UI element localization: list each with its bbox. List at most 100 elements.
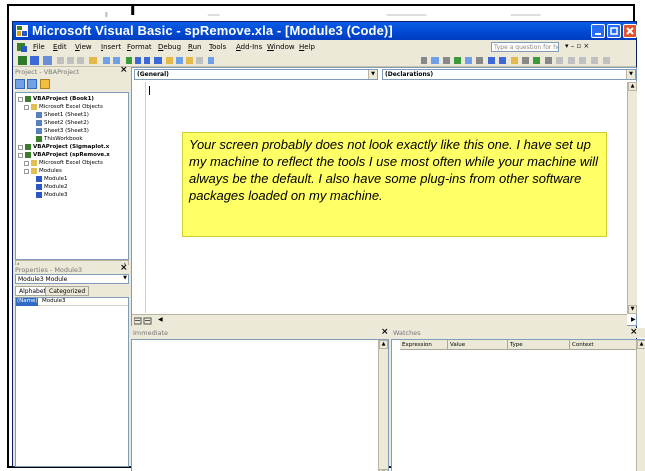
restore-icon [610, 27, 618, 35]
sheet-icon [36, 128, 42, 134]
project-toolbar [15, 79, 129, 91]
close-button[interactable] [623, 24, 637, 38]
menu-help[interactable]: Help [299, 43, 315, 51]
immediate-close-icon[interactable]: × [381, 327, 389, 337]
code-vscroll[interactable]: ▲ ▼ [627, 82, 637, 314]
text-caret [149, 86, 150, 95]
watches-vscroll[interactable]: ▲ ▼ [636, 340, 645, 471]
project-pane-header: Project - VBAProject [13, 67, 131, 77]
properties-object-label: Module3 Module [18, 276, 68, 283]
tree-item[interactable]: VBAProject (spRemove.x [18, 151, 110, 159]
scroll-up-icon[interactable]: ▲ [637, 340, 645, 349]
column-expression[interactable]: Expression [400, 340, 448, 350]
tree-item[interactable]: VBAProject (Book1) [18, 95, 94, 103]
project-close-icon[interactable]: × [120, 65, 128, 75]
procedure-combo[interactable]: (Declarations) ▼ [382, 69, 636, 80]
folder-icon [31, 160, 37, 166]
watches-column-headers: Expression Value Type Context [400, 340, 638, 350]
sheet-icon [36, 112, 42, 118]
scroll-down-icon[interactable]: ▼ [628, 305, 637, 314]
module-icon [36, 192, 42, 198]
properties-object-select[interactable]: Module3 Module ▼ [15, 274, 129, 284]
module-icon [36, 184, 42, 190]
property-row[interactable]: (Name) Module3 [16, 298, 128, 306]
menu-view[interactable]: View [75, 43, 92, 51]
chevron-down-icon: ▼ [368, 70, 377, 79]
help-search-input[interactable]: Type a question for help [491, 42, 559, 52]
workbook-icon [36, 136, 42, 142]
project-icon [25, 96, 31, 102]
maximize-button[interactable] [607, 24, 621, 38]
tree-item[interactable]: Modules [24, 167, 62, 175]
project-tree: VBAProject (Book1) Microsoft Excel Objec… [15, 92, 129, 260]
menu-insert[interactable]: Insert [101, 43, 121, 51]
property-key: (Name) [16, 298, 38, 306]
minimize-button[interactable] [591, 24, 605, 38]
column-value[interactable]: Value [448, 340, 508, 350]
code-margin [132, 82, 146, 313]
tree-item[interactable]: Microsoft Excel Objects [24, 103, 103, 111]
window-title: Microsoft Visual Basic - spRemove.xla - … [32, 23, 393, 38]
folder-icon [31, 104, 37, 110]
minimize-icon [595, 33, 601, 35]
watches-pane-header: Watches [391, 328, 645, 338]
object-combo[interactable]: (General) ▼ [134, 69, 378, 80]
standard-toolbar [13, 54, 636, 67]
vba-app-icon [16, 25, 28, 37]
chevron-down-icon: ▼ [626, 70, 635, 79]
immediate-pane-header: Immediate [131, 328, 389, 338]
toggle-folders-button[interactable] [40, 79, 50, 89]
view-code-button[interactable] [15, 79, 25, 89]
tree-item[interactable]: Module3 [36, 191, 68, 199]
module-icon [36, 176, 42, 182]
view-object-button[interactable] [27, 79, 37, 89]
properties-grid: (Name) Module3 [15, 297, 129, 467]
scroll-left-icon[interactable]: ◀ [158, 316, 163, 323]
tree-item[interactable]: VBAProject (Sigmaplot.x [18, 143, 109, 151]
tree-item[interactable]: Sheet2 (Sheet2) [36, 119, 89, 127]
property-value[interactable]: Module3 [42, 298, 66, 304]
menu-run[interactable]: Run [188, 43, 201, 51]
scroll-up-icon[interactable]: ▲ [628, 82, 637, 91]
immediate-window[interactable]: ▲ ▼ [131, 339, 389, 471]
tree-item[interactable]: ThisWorkbook [36, 135, 83, 143]
menu-format[interactable]: Format [127, 43, 152, 51]
folder-icon [31, 168, 37, 174]
project-icon [25, 152, 31, 158]
menu-window[interactable]: Window [267, 43, 295, 51]
chevron-down-icon: ▼ [123, 275, 127, 281]
menu-add-ins[interactable]: Add-Ins [236, 43, 262, 51]
scroll-up-icon[interactable]: ▲ [379, 340, 388, 349]
object-combo-value: (General) [137, 71, 169, 78]
tab-categorized[interactable]: Categorized [45, 286, 90, 296]
column-type[interactable]: Type [508, 340, 570, 350]
code-hscroll[interactable]: ◀ ▶ [132, 314, 636, 326]
view-toggle-icons[interactable] [134, 317, 154, 325]
tree-item[interactable]: Module2 [36, 183, 68, 191]
mdi-controls[interactable]: ▾ – ▫ × [565, 42, 589, 50]
tree-item[interactable]: Sheet1 (Sheet1) [36, 111, 89, 119]
tree-item[interactable]: Sheet3 (Sheet3) [36, 127, 89, 135]
watches-close-icon[interactable]: × [630, 327, 638, 337]
menu-file[interactable]: File [33, 43, 45, 51]
menu-tools[interactable]: Tools [209, 43, 226, 51]
annotation-callout: Your screen probably does not look exact… [182, 132, 607, 237]
menu-bar: File Edit View Insert Format Debug Run T… [13, 40, 636, 54]
immediate-vscroll[interactable]: ▲ ▼ [378, 340, 388, 471]
sheet-icon [36, 120, 42, 126]
scroll-right-icon[interactable]: ▶ [631, 316, 636, 323]
title-bar[interactable]: Microsoft Visual Basic - spRemove.xla - … [13, 22, 637, 40]
watches-window: Expression Value Type Context ▲ ▼ [391, 339, 645, 471]
close-icon [626, 27, 634, 35]
project-icon [25, 144, 31, 150]
toolbar-icons [18, 56, 610, 65]
tree-item[interactable]: Module1 [36, 175, 68, 183]
properties-close-icon[interactable]: × [120, 263, 128, 273]
menu-debug[interactable]: Debug [158, 43, 181, 51]
menu-edit[interactable]: Edit [53, 43, 67, 51]
vba-doc-icon [17, 43, 27, 52]
procedure-combo-value: (Declarations) [385, 71, 434, 78]
column-context[interactable]: Context [570, 340, 638, 350]
vbe-window: Microsoft Visual Basic - spRemove.xla - … [12, 21, 645, 471]
tree-item[interactable]: Microsoft Excel Objects [24, 159, 103, 167]
